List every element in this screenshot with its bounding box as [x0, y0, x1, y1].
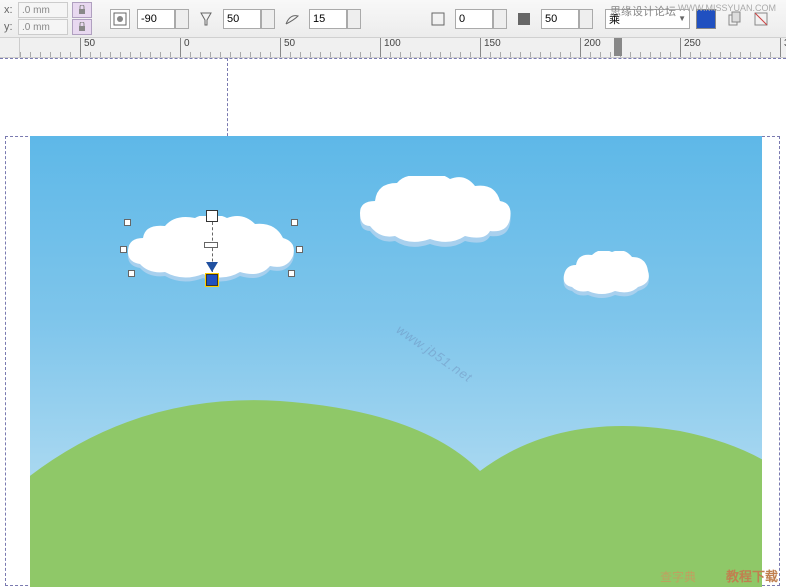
glass-icon[interactable] [196, 9, 216, 29]
x-input[interactable] [18, 2, 68, 18]
ruler-origin[interactable] [0, 38, 20, 58]
opacity1-spinner[interactable] [493, 9, 507, 29]
center-icon[interactable] [514, 9, 534, 29]
coordinate-display: x: y: [4, 2, 68, 35]
gradient-start-handle[interactable] [206, 210, 218, 222]
ruler-tick: 300 [780, 38, 786, 57]
selection-handle-e[interactable] [296, 246, 303, 253]
gradient-mid-handle[interactable] [204, 242, 218, 248]
transparency-type-icon[interactable] [110, 9, 130, 29]
ruler-tick: 50 [280, 38, 295, 57]
artwork-area: www.jb51.net [30, 136, 762, 587]
transparency1-spinner[interactable] [261, 9, 275, 29]
feather-icon[interactable] [282, 9, 302, 29]
forum-url: WWW.MISSYUAN.COM [678, 3, 776, 13]
cloud-small [560, 251, 655, 301]
green-hill [30, 361, 762, 587]
canvas[interactable]: www.jb51.net [0, 58, 786, 587]
horizontal-ruler[interactable]: 10050050100150200250300 [20, 38, 786, 58]
rotation-input[interactable] [137, 9, 175, 29]
lock-height-icon[interactable] [72, 19, 92, 35]
forum-text: 思缘设计论坛 [610, 3, 676, 19]
selection-handle-se[interactable] [288, 270, 295, 277]
ruler-tick: 50 [80, 38, 95, 57]
feather-spinner[interactable] [347, 9, 361, 29]
watermark-bottom-2: 教程下载 [726, 566, 778, 585]
cloud-large [355, 176, 515, 251]
ruler-tick: 0 [180, 38, 190, 57]
selection-handle-ne[interactable] [291, 219, 298, 226]
gradient-direction-arrow [206, 262, 218, 272]
lock-group [72, 2, 92, 35]
opacity1-input[interactable] [455, 9, 493, 29]
page-boundary-top [0, 58, 786, 59]
selection-handle-nw[interactable] [124, 219, 131, 226]
edge-icon[interactable] [428, 9, 448, 29]
feather-input[interactable] [309, 9, 347, 29]
rotation-spinner[interactable] [175, 9, 189, 29]
opacity2-input[interactable] [541, 9, 579, 29]
ruler-position-marker [614, 38, 622, 56]
opacity2-spinner[interactable] [579, 9, 593, 29]
y-label: y: [4, 21, 16, 33]
selection-handle-w[interactable] [120, 246, 127, 253]
transparency1-input[interactable] [223, 9, 261, 29]
y-input[interactable] [18, 19, 68, 35]
selection-handle-sw[interactable] [128, 270, 135, 277]
lock-width-icon[interactable] [72, 2, 92, 18]
gradient-end-handle[interactable] [206, 274, 218, 286]
x-label: x: [4, 4, 16, 16]
watermark-bottom-1: 查字典 [660, 568, 696, 585]
